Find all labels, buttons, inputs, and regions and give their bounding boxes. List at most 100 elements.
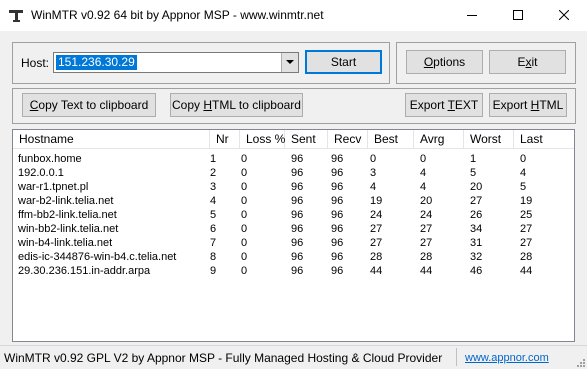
export-html-button[interactable]: Export HTML [489,93,567,117]
column-header-hostname[interactable]: Hostname [13,130,210,149]
status-divider [456,348,457,366]
options-button[interactable]: Options [406,50,483,74]
cell-sent: 96 [291,223,304,235]
cell-worst: 34 [470,223,483,235]
close-button[interactable] [541,0,587,31]
copy-html-button[interactable]: Copy HTML to clipboard [170,93,303,117]
cell-best: 4 [370,181,377,193]
cell-recv: 96 [331,223,344,235]
table-row[interactable]: 192.0.0.1 2 0 96 96 3 4 5 4 [13,166,574,180]
exit-button[interactable]: Exit [489,50,566,74]
cell-hostname: war-r1.tpnet.pl [18,181,89,193]
maximize-icon [513,10,523,20]
cell-loss: 0 [241,209,248,221]
resize-grip-icon[interactable] [575,357,585,367]
cell-last: 5 [520,181,527,193]
host-dropdown-button[interactable] [281,53,298,72]
column-header-best[interactable]: Best [368,130,414,149]
cell-best: 3 [370,167,377,179]
cell-recv: 96 [331,167,344,179]
cell-nr: 1 [210,153,217,165]
export-text-pre: Export [409,98,448,112]
cell-recv: 96 [331,209,344,221]
status-bar: WinMTR v0.92 GPL V2 by Appnor MSP - Full… [0,345,587,369]
host-input[interactable]: 151.236.30.29 [56,55,137,70]
cell-avrg: 4 [420,167,427,179]
table-row[interactable]: win-bb2-link.telia.net 6 0 96 96 27 27 34 27 [13,222,574,236]
cell-avrg: 28 [420,251,433,263]
table-row[interactable]: win-b4-link.telia.net 7 0 96 96 27 27 31 27 [13,236,574,250]
start-button-label: Start [330,55,357,69]
cell-worst: 26 [470,209,483,221]
cell-nr: 3 [210,181,217,193]
cell-last: 25 [520,209,533,221]
cell-worst: 31 [470,237,483,249]
cell-loss: 0 [241,167,248,179]
copy-html-accel: H [203,98,213,112]
cell-loss: 0 [241,251,248,263]
table-row[interactable]: funbox.home 1 0 96 96 0 0 1 0 [13,152,574,166]
cell-worst: 5 [470,167,477,179]
column-header-nr[interactable]: Nr [210,130,240,149]
export-html-pre: Export [492,98,531,112]
table-row[interactable]: 29.30.236.151.in-addr.arpa 9 0 96 96 44 44 46 44 [13,264,574,278]
status-text: WinMTR v0.92 GPL V2 by Appnor MSP - Full… [4,351,443,365]
export-text-accel: T [447,98,455,112]
cell-worst: 1 [470,153,477,165]
cell-recv: 96 [331,265,344,277]
maximize-button[interactable] [495,0,541,31]
cell-last: 4 [520,167,527,179]
close-icon [559,10,569,20]
start-button[interactable]: Start [305,50,382,74]
cell-best: 44 [370,265,383,277]
window-title: WinMTR v0.92 64 bit by Appnor MSP - www.… [31,8,324,22]
options-rest: ptions [433,55,466,69]
column-header-sent[interactable]: Sent [285,130,328,149]
table-row[interactable]: edis-ic-344876-win-b4.c.telia.net 8 0 96 96 2… [13,250,574,264]
table-row[interactable]: war-b2-link.telia.net 4 0 96 96 19 20 27 19 [13,194,574,208]
host-combobox[interactable]: 151.236.30.29 [53,52,299,73]
cell-loss: 0 [241,237,248,249]
export-text-button[interactable]: Export TEXT [405,93,483,117]
table-row[interactable]: ffm-bb2-link.telia.net 5 0 96 96 24 24 26 25 [13,208,574,222]
cell-best: 28 [370,251,383,263]
cell-hostname: win-b4-link.telia.net [18,237,113,249]
cell-hostname: 29.30.236.151.in-addr.arpa [18,265,151,277]
cell-sent: 96 [291,167,304,179]
cell-nr: 7 [210,237,217,249]
cell-avrg: 27 [420,223,433,235]
minimize-button[interactable] [449,0,495,31]
cell-nr: 8 [210,251,217,263]
column-header-avrg[interactable]: Avrg [414,130,464,149]
cell-worst: 46 [470,265,483,277]
column-header-worst[interactable]: Worst [464,130,514,149]
cell-last: 0 [520,153,527,165]
appnor-link[interactable]: www.appnor.com [465,352,549,364]
title-bar[interactable]: WinMTR v0.92 64 bit by Appnor MSP - www.… [0,0,587,31]
cell-nr: 2 [210,167,217,179]
cell-sent: 96 [291,209,304,221]
cell-recv: 96 [331,153,344,165]
copy-html-pre: Copy [172,98,204,112]
results-table[interactable]: Hostname Nr Loss % Sent Recv Best Avrg W… [12,129,575,342]
cell-worst: 20 [470,181,483,193]
table-header: Hostname Nr Loss % Sent Recv Best Avrg W… [13,130,574,149]
table-row[interactable]: war-r1.tpnet.pl 3 0 96 96 4 4 20 5 [13,180,574,194]
cell-loss: 0 [241,265,248,277]
cell-hostname: win-bb2-link.telia.net [18,223,119,235]
cell-sent: 96 [291,153,304,165]
cell-nr: 5 [210,209,217,221]
export-text-rest: EXT [454,98,479,112]
cell-best: 27 [370,223,383,235]
cell-sent: 96 [291,181,304,193]
column-header-recv[interactable]: Recv [328,130,368,149]
copy-text-button[interactable]: Copy Text to clipboard [22,93,156,117]
column-header-last[interactable]: Last [514,130,574,149]
column-header-loss[interactable]: Loss % [240,130,285,149]
cell-nr: 6 [210,223,217,235]
cell-last: 44 [520,265,533,277]
cell-last: 27 [520,237,533,249]
minimize-icon [467,15,477,16]
cell-sent: 96 [291,265,304,277]
cell-hostname: war-b2-link.telia.net [18,195,114,207]
